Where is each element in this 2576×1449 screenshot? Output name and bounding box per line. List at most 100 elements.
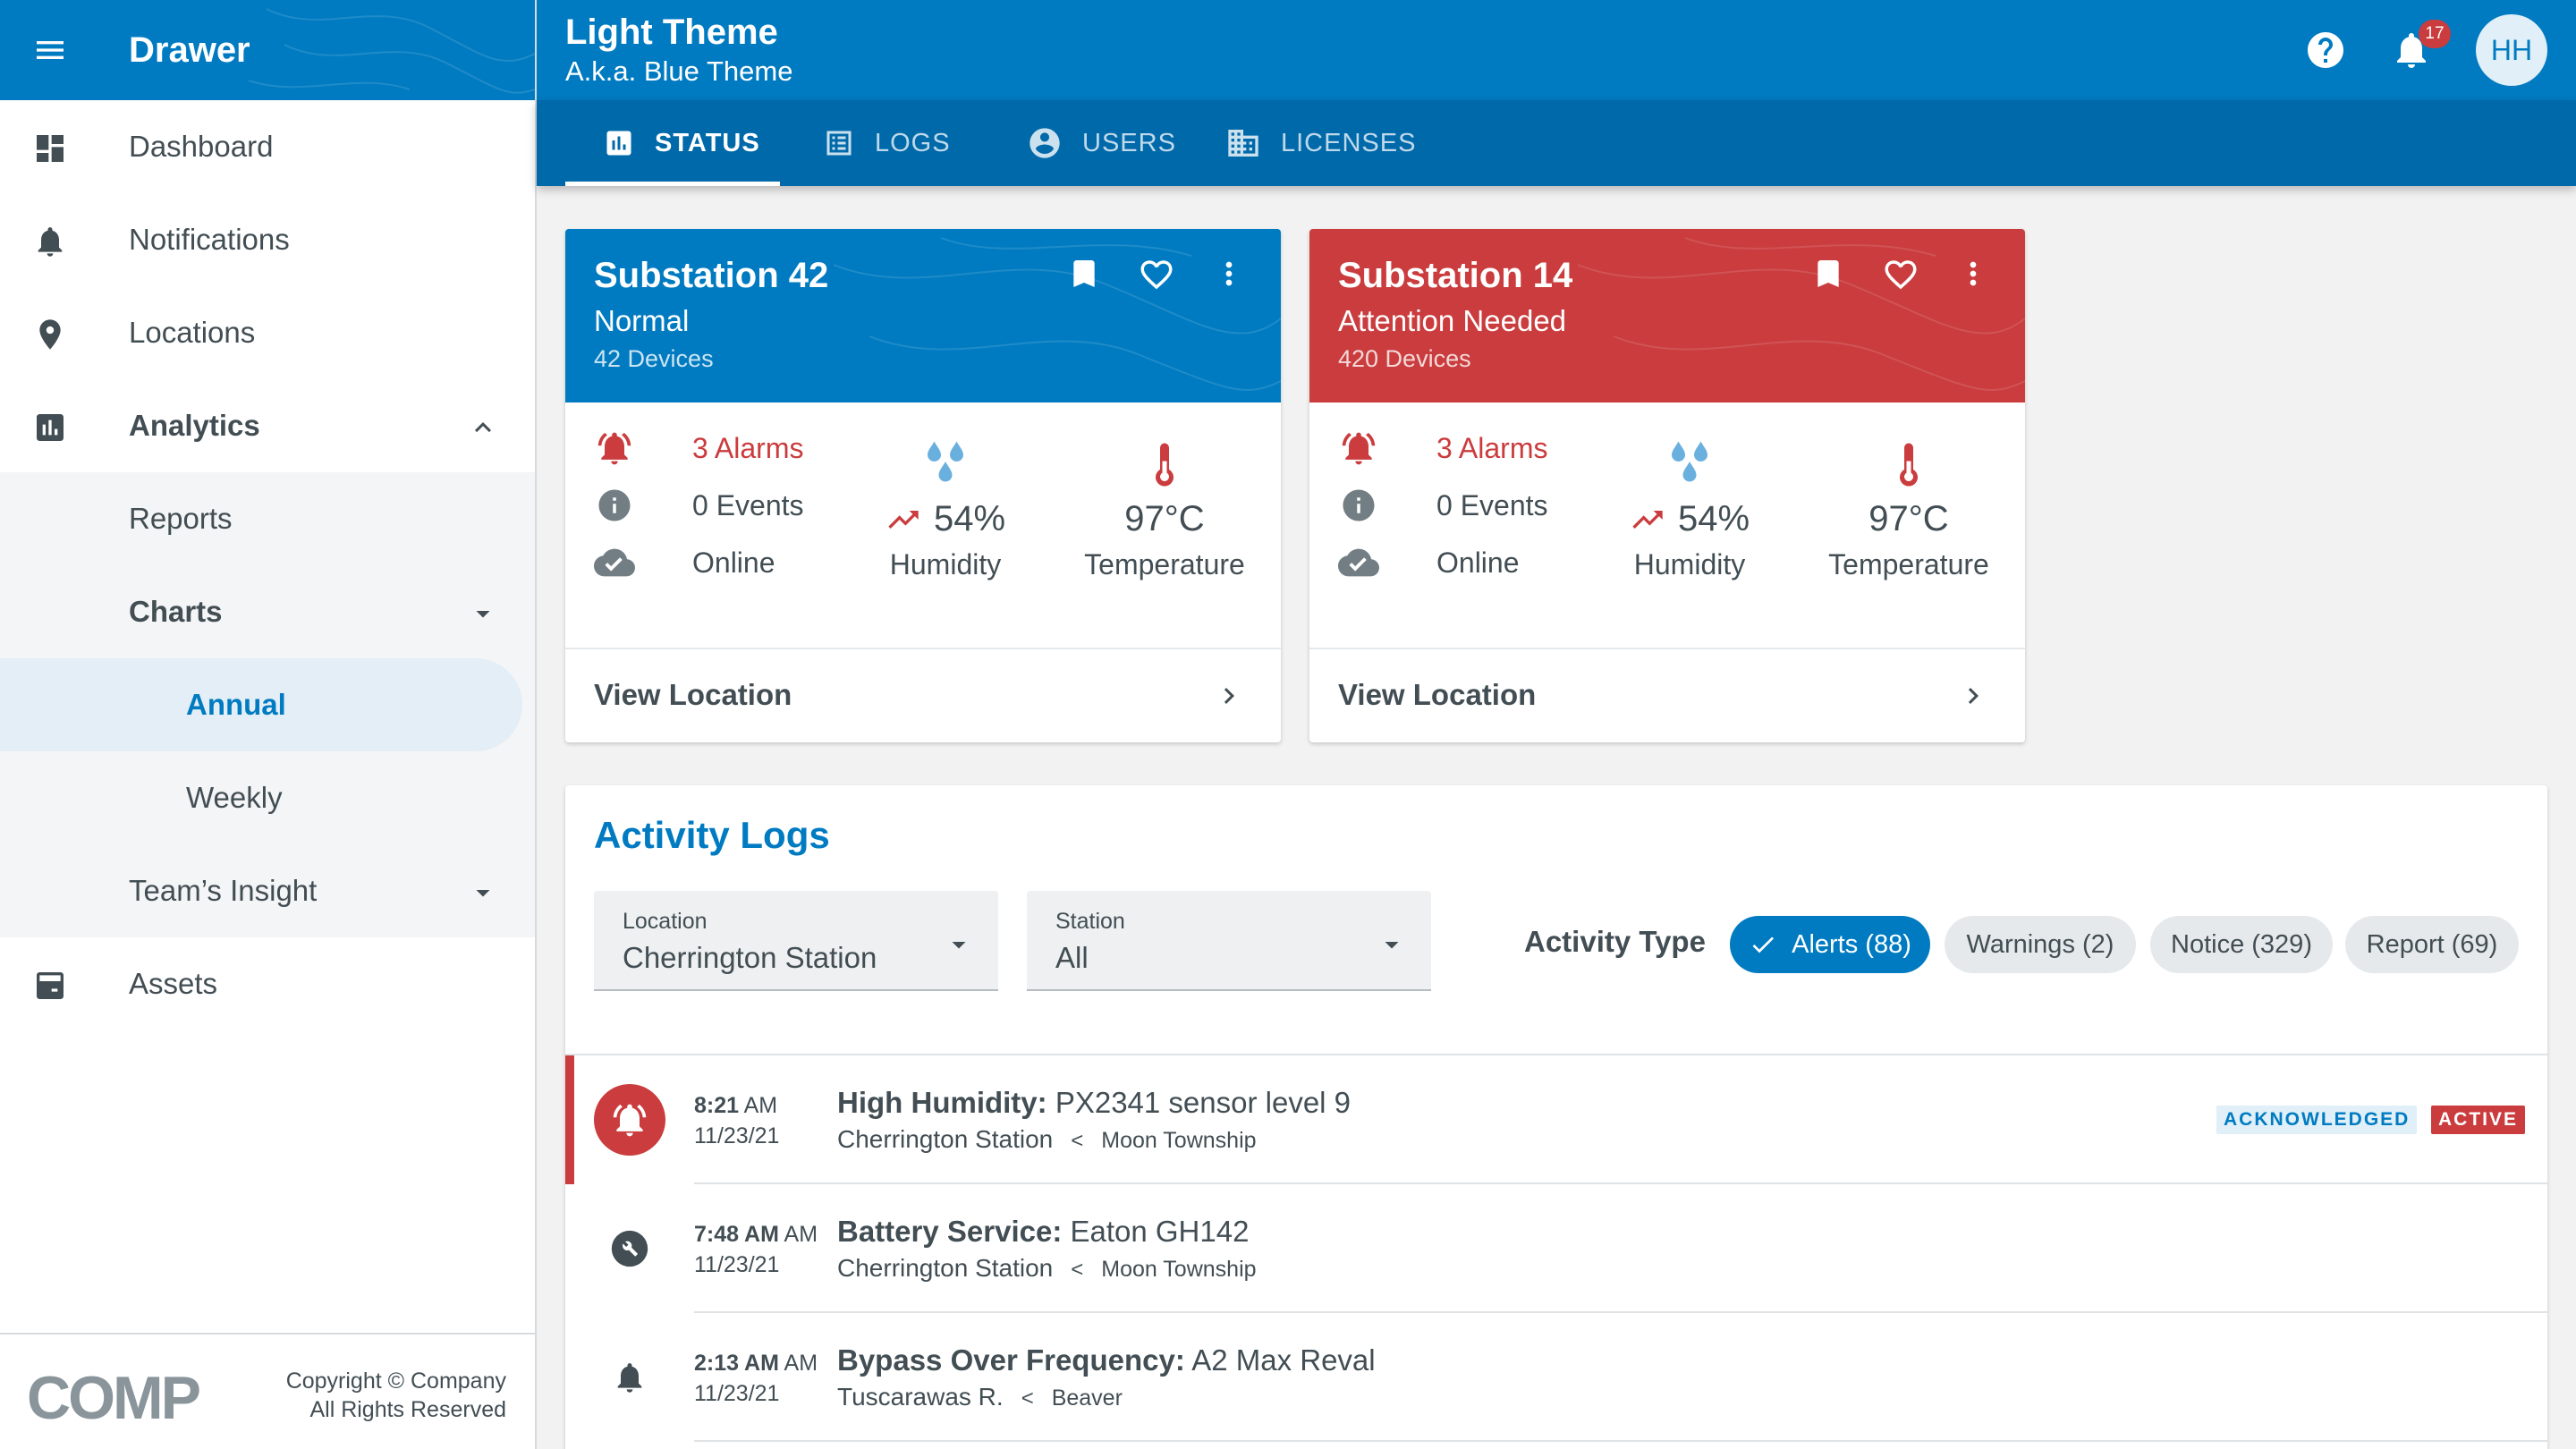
help-button[interactable]: [2304, 29, 2347, 76]
acknowledged-tag: ACKNOWLEDGED: [2216, 1106, 2418, 1134]
nav-item-reports[interactable]: Reports: [0, 472, 535, 565]
log-ampm: AM: [784, 1351, 818, 1376]
breadcrumb-separator: <: [1071, 1129, 1084, 1153]
card-title: Substation 42: [594, 256, 829, 295]
online-row: Online: [594, 542, 775, 583]
log-location: Tuscarawas R. < Beaver: [837, 1383, 1123, 1411]
substation-card: Substation 14 Attention Needed 420 Devic…: [1309, 229, 2025, 742]
nav-item-charts[interactable]: Charts: [0, 565, 535, 658]
temperature-number: 97: [1124, 499, 1165, 538]
chip-report[interactable]: Report (69): [2345, 916, 2519, 973]
log-ampm: AM: [743, 1093, 778, 1118]
chip-alerts[interactable]: Alerts (88): [1730, 916, 1930, 973]
nav-item-assets[interactable]: Assets: [0, 937, 535, 1030]
log-row[interactable]: 8:21 AM 11/23/21 High Humidity: PX2341 s…: [565, 1055, 2547, 1184]
tab-licenses[interactable]: LICENSES: [1225, 100, 1416, 186]
chip-notice[interactable]: Notice (329): [2150, 916, 2333, 973]
wrench-icon: [594, 1213, 665, 1284]
log-time: 7:48 AM AM: [694, 1222, 818, 1248]
events-count: 0 Events: [1436, 488, 1548, 521]
tab-users[interactable]: USERS: [1027, 100, 1176, 186]
substation-card: Substation 42 Normal 42 Devices 3 Alarms…: [565, 229, 1281, 742]
nav-item-dashboard[interactable]: Dashboard: [0, 100, 535, 193]
select-label: Station: [1055, 909, 1125, 934]
list-icon: [823, 127, 855, 159]
cloud-done-icon: [594, 542, 635, 583]
humidity-number: 54: [1677, 499, 1718, 538]
more-vert-icon: [1970, 261, 1977, 286]
bookmark-button[interactable]: [1810, 256, 1846, 296]
chip-warnings[interactable]: Warnings (2): [1945, 916, 2136, 973]
location-select[interactable]: Location Cherrington Station: [594, 891, 998, 991]
building-icon: [1225, 125, 1261, 161]
card-devices: 420 Devices: [1338, 345, 1471, 372]
bell-icon: [594, 1342, 665, 1413]
bell-icon: [32, 224, 68, 259]
chip-label: Warnings (2): [1966, 929, 2114, 959]
alarm-icon: [594, 428, 635, 469]
chevron-up-icon: [467, 411, 499, 451]
nav-item-analytics[interactable]: Analytics: [0, 379, 535, 472]
alarm-icon: [594, 1084, 665, 1156]
nav-item-notifications[interactable]: Notifications: [0, 193, 535, 286]
humidity-number: 54: [933, 499, 974, 538]
select-value: Cherrington Station: [623, 941, 877, 974]
trending-up-icon: [888, 510, 919, 529]
caret-down-icon: [1376, 928, 1408, 965]
temperature-hero: 97 °C Temperature: [1066, 435, 1263, 581]
caret-down-icon: [943, 928, 975, 965]
chip-label: Report (69): [2366, 929, 2498, 959]
activity-logs-panel: Activity Logs Location Cherrington Stati…: [565, 785, 2547, 1449]
help-icon: [2308, 32, 2343, 68]
info-icon: [594, 485, 635, 526]
nav-label: Weekly: [186, 781, 283, 814]
nav-label: Assets: [129, 967, 218, 1000]
log-date: 11/23/21: [694, 1123, 780, 1148]
more-options-button[interactable]: [1211, 256, 1247, 296]
log-time-value: 8:21: [694, 1093, 740, 1118]
tab-logs[interactable]: LOGS: [823, 100, 951, 186]
tab-status[interactable]: STATUS: [565, 100, 780, 186]
log-sublocation: Beaver: [1051, 1385, 1123, 1411]
favorite-button[interactable]: [1138, 256, 1175, 298]
nav-item-weekly[interactable]: Weekly: [0, 751, 535, 844]
nav-label: Locations: [129, 316, 256, 349]
bookmark-button[interactable]: [1066, 256, 1102, 296]
nav-item-teams-insight[interactable]: Team’s Insight: [0, 844, 535, 937]
card-body: 3 Alarms 0 Events Online 54% Humidity 97…: [1309, 402, 2025, 649]
humidity-unit: %: [973, 499, 1006, 538]
nav-label: Team’s Insight: [129, 874, 318, 907]
cloud-done-icon: [1338, 542, 1379, 583]
nav-label: Annual: [186, 688, 286, 721]
favorite-button[interactable]: [1882, 256, 1919, 298]
temperature-label: Temperature: [1084, 548, 1245, 580]
log-location: Cherrington Station < Moon Township: [837, 1254, 1257, 1283]
station-select[interactable]: Station All: [1027, 891, 1431, 991]
nav-label: Notifications: [129, 223, 290, 256]
log-date: 11/23/21: [694, 1252, 780, 1277]
more-options-button[interactable]: [1955, 256, 1991, 296]
log-date: 11/23/21: [694, 1381, 780, 1406]
log-time: 8:21 AM: [694, 1093, 777, 1119]
tab-bar: STATUS LOGS USERS LICENSES: [537, 100, 2576, 186]
view-location-link[interactable]: View Location: [1309, 649, 2025, 742]
nav-item-locations[interactable]: Locations: [0, 286, 535, 379]
view-location-link[interactable]: View Location: [565, 649, 1281, 742]
temperature-number: 97: [1868, 499, 1909, 538]
log-time-value: 2:13 AM: [694, 1351, 779, 1376]
humidity-label: Humidity: [1633, 548, 1746, 580]
log-row[interactable]: 7:48 AM AM 11/23/21 Battery Service: Eat…: [565, 1184, 2547, 1313]
log-title: High Humidity: PX2341 sensor level 9: [837, 1086, 1351, 1120]
divider: [694, 1440, 2547, 1442]
navigation-drawer: Drawer Dashboard Notifications Locations…: [0, 0, 537, 1449]
avatar[interactable]: HH: [2476, 14, 2547, 86]
log-row[interactable]: 2:13 AM AM 11/23/21 Bypass Over Frequenc…: [565, 1313, 2547, 1442]
thermometer-icon: [1810, 435, 2007, 499]
online-row: Online: [1338, 542, 1520, 583]
more-vert-icon: [1225, 261, 1233, 286]
bookmark-icon: [1073, 260, 1095, 287]
water-drops-icon: [1614, 435, 1766, 499]
copyright-line: Copyright © Company: [285, 1368, 506, 1394]
nav-item-annual[interactable]: Annual: [0, 658, 535, 751]
chip-label: Alerts (88): [1792, 929, 1911, 959]
